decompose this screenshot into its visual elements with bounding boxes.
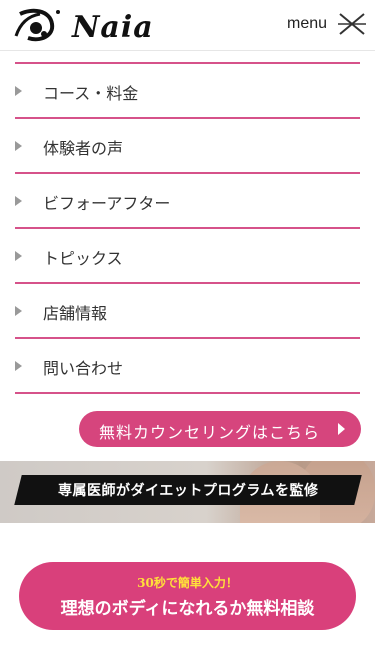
cta-subtext: 30秒で簡単入力！	[137, 576, 238, 590]
logo-mark-icon	[14, 8, 60, 42]
close-icon[interactable]	[338, 11, 366, 37]
arrow-right-icon	[338, 423, 345, 435]
nav-menu: コース・料金 体験者の声 ビフォーアフター トピックス 店舗情報 問い合わせ	[15, 62, 360, 394]
site-logo[interactable]: Naia	[14, 6, 154, 45]
nav-item-label: 店舗情報	[43, 304, 108, 323]
nav-item-course[interactable]: コース・料金	[15, 64, 360, 119]
free-counseling-button[interactable]: 無料カウンセリングはこちら	[79, 411, 361, 447]
nav-item-label: コース・料金	[43, 84, 139, 103]
nav-item-topics[interactable]: トピックス	[15, 229, 360, 284]
arrow-right-icon	[15, 361, 22, 371]
nav-item-label: トピックス	[43, 249, 123, 268]
arrow-right-icon	[15, 86, 22, 96]
nav-item-voices[interactable]: 体験者の声	[15, 119, 360, 174]
arrow-right-icon	[15, 251, 22, 261]
nav-item-label: ビフォーアフター	[43, 194, 171, 213]
site-header: Naia menu	[0, 0, 375, 51]
arrow-right-icon	[15, 196, 22, 206]
banner-text: 専属医師がダイエットプログラムを監修	[58, 483, 319, 499]
menu-label[interactable]: menu	[287, 15, 327, 33]
nav-item-store-info[interactable]: 店舗情報	[15, 284, 360, 339]
arrow-right-icon	[15, 306, 22, 316]
doctor-banner: 専属医師がダイエットプログラムを監修	[0, 461, 375, 523]
free-consultation-button[interactable]: 30秒で簡単入力！ 理想のボディになれるか無料相談	[19, 562, 356, 630]
nav-item-contact[interactable]: 問い合わせ	[15, 339, 360, 394]
arrow-right-icon	[15, 141, 22, 151]
free-counseling-label: 無料カウンセリングはこちら	[99, 423, 321, 442]
nav-item-before-after[interactable]: ビフォーアフター	[15, 174, 360, 229]
logo-text: Naia	[72, 10, 154, 45]
nav-item-label: 体験者の声	[43, 139, 124, 158]
nav-item-label: 問い合わせ	[43, 359, 124, 378]
cta-main-text: 理想のボディになれるか無料相談	[60, 599, 315, 619]
